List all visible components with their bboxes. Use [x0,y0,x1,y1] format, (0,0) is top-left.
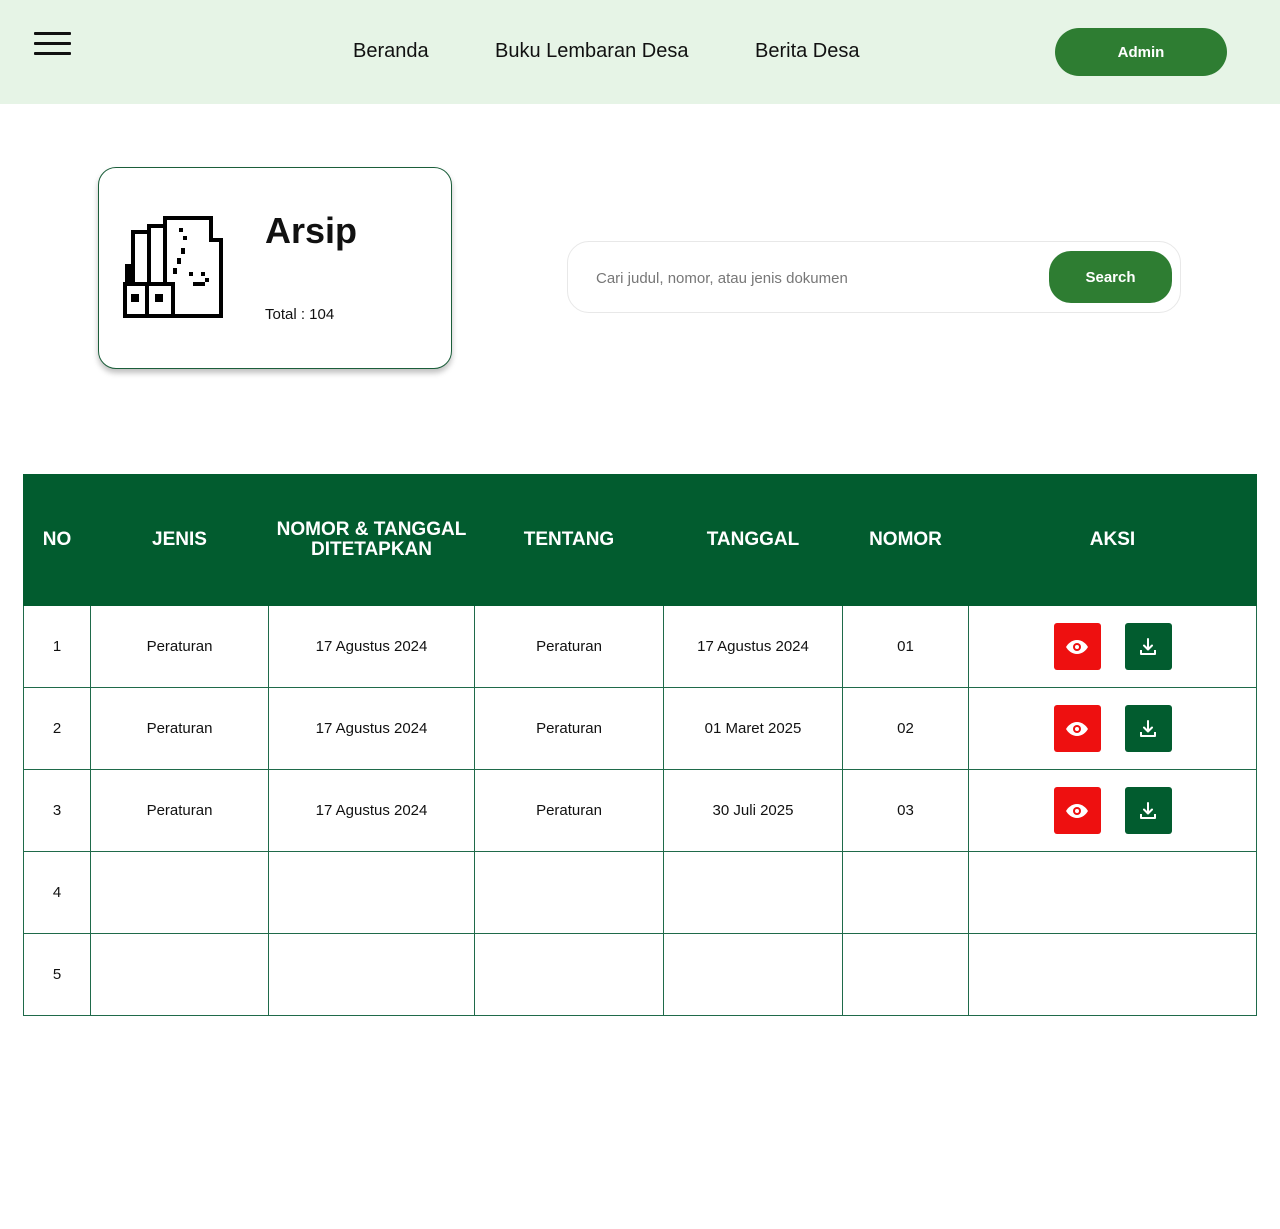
cell-tanggal: 30 Juli 2025 [663,769,843,852]
cell-nomor-tanggal: 17 Agustus 2024 [268,605,475,688]
archive-summary-card: Arsip Total : 104 [98,167,452,369]
cell-tentang: Peraturan [474,605,664,688]
cell-nomor [842,851,969,934]
download-button[interactable] [1124,787,1172,834]
archive-title: Arsip [265,210,358,251]
search-input[interactable] [596,262,1036,294]
cell-no: 3 [23,769,91,852]
column-header-no: NO [23,474,91,606]
view-button[interactable] [1053,787,1101,834]
cell-nomor-tanggal: 17 Agustus 2024 [268,687,475,770]
cell-jenis [90,933,269,1016]
search-bar: Search [567,241,1181,313]
cell-nomor-tanggal: 17 Agustus 2024 [268,769,475,852]
cell-nomor: 01 [842,605,969,688]
cell-jenis [90,851,269,934]
download-icon [1140,801,1156,819]
cell-nomor: 02 [842,687,969,770]
table-row: 2 Peraturan 17 Agustus 2024 Peraturan 01… [23,687,1257,770]
cell-nomor-tanggal [268,933,475,1016]
cell-jenis: Peraturan [90,769,269,852]
eye-icon [1066,639,1088,654]
cell-tentang: Peraturan [474,769,664,852]
hamburger-menu-icon[interactable] [34,32,71,58]
cell-aksi [968,769,1257,852]
cell-tanggal [663,851,843,934]
search-button[interactable]: Search [1049,251,1172,303]
top-navbar: Beranda Buku Lembaran Desa Berita Desa A… [0,0,1280,104]
cell-jenis: Peraturan [90,687,269,770]
eye-icon [1066,721,1088,736]
nav-link-beranda[interactable]: Beranda [353,40,429,63]
column-header-nomor: NOMOR [842,474,969,606]
download-button[interactable] [1124,623,1172,670]
column-header-jenis: JENIS [90,474,269,606]
archive-table: NO JENIS NOMOR & TANGGAL DITETAPKAN TENT… [23,474,1257,1016]
column-header-tentang: TENTANG [474,474,664,606]
cell-aksi [968,851,1257,934]
cell-nomor [842,933,969,1016]
cell-no: 1 [23,605,91,688]
cell-nomor-tanggal [268,851,475,934]
nav-link-buku-lembaran-desa[interactable]: Buku Lembaran Desa [495,40,688,63]
admin-button[interactable]: Admin [1055,28,1227,76]
cell-no: 5 [23,933,91,1016]
cell-aksi [968,687,1257,770]
column-header-tanggal: TANGGAL [663,474,843,606]
table-row: 3 Peraturan 17 Agustus 2024 Peraturan 30… [23,769,1257,852]
download-icon [1140,637,1156,655]
cell-tentang: Peraturan [474,687,664,770]
cell-aksi [968,933,1257,1016]
cell-aksi [968,605,1257,688]
cell-tentang [474,851,664,934]
cell-tanggal [663,933,843,1016]
nav-link-berita-desa[interactable]: Berita Desa [755,40,860,63]
archive-total-count: Total : 104 [265,306,335,323]
column-header-aksi: AKSI [968,474,1257,606]
archive-folders-icon [123,216,223,318]
table-row: 1 Peraturan 17 Agustus 2024 Peraturan 17… [23,605,1257,688]
cell-tentang [474,933,664,1016]
cell-nomor: 03 [842,769,969,852]
download-icon [1140,719,1156,737]
cell-tanggal: 17 Agustus 2024 [663,605,843,688]
cell-jenis: Peraturan [90,605,269,688]
eye-icon [1066,803,1088,818]
view-button[interactable] [1053,705,1101,752]
cell-no: 4 [23,851,91,934]
table-header-row: NO JENIS NOMOR & TANGGAL DITETAPKAN TENT… [23,474,1257,606]
column-header-nomor-tanggal: NOMOR & TANGGAL DITETAPKAN [268,474,475,606]
table-row: 5 [23,933,1257,1016]
view-button[interactable] [1053,623,1101,670]
download-button[interactable] [1124,705,1172,752]
table-row: 4 [23,851,1257,934]
cell-tanggal: 01 Maret 2025 [663,687,843,770]
cell-no: 2 [23,687,91,770]
